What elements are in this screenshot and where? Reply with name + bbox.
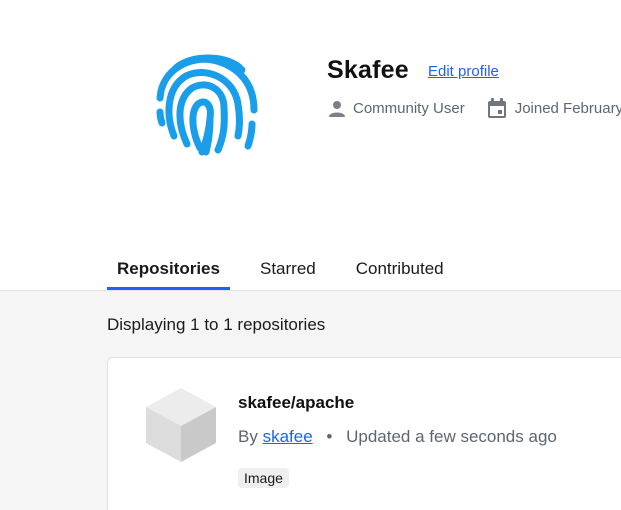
repository-name[interactable]: skafee/apache — [238, 393, 354, 413]
tab-repositories[interactable]: Repositories — [107, 258, 230, 291]
meta-separator: • — [326, 427, 333, 446]
tab-starred[interactable]: Starred — [250, 258, 326, 291]
repository-meta: By skafee • Updated a few seconds ago — [238, 427, 557, 447]
profile-meta: Community User Joined February — [329, 98, 621, 119]
role-label: Community User — [353, 100, 465, 117]
repository-type-badge: Image — [238, 468, 289, 488]
joined-info: Joined February — [487, 98, 621, 119]
edit-profile-link[interactable]: Edit profile — [428, 63, 499, 80]
results-summary: Displaying 1 to 1 repositories — [107, 315, 326, 334]
repository-card[interactable]: skafee/apache By skafee • Updated a few … — [107, 357, 621, 510]
role-info: Community User — [329, 100, 465, 117]
owner-link[interactable]: skafee — [263, 427, 313, 446]
by-label: By — [238, 427, 258, 446]
profile-tabs: Repositories Starred Contributed — [107, 258, 454, 291]
user-icon — [329, 100, 345, 117]
cube-icon — [144, 386, 218, 464]
updated-label: Updated a few seconds ago — [346, 427, 557, 446]
tab-contributed[interactable]: Contributed — [346, 258, 454, 291]
calendar-icon — [487, 98, 507, 119]
joined-label: Joined February — [514, 100, 621, 117]
profile-header: Skafee Edit profile Community User Joine… — [0, 0, 621, 291]
repositories-panel: Displaying 1 to 1 repositories skafee/ap… — [0, 290, 621, 510]
fingerprint-icon — [152, 50, 262, 156]
profile-username: Skafee — [327, 56, 409, 84]
